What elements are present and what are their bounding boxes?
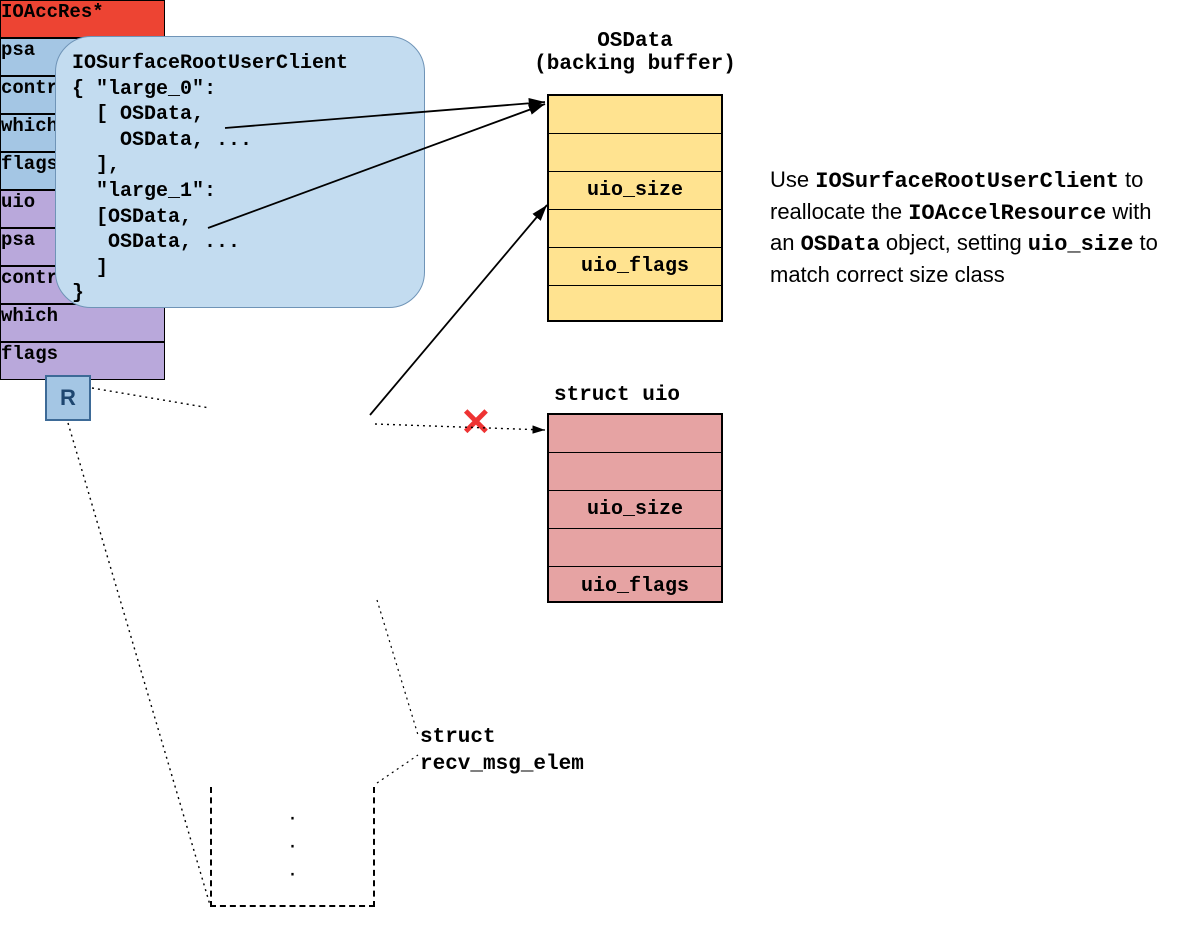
description: Use IOSurfaceRootUserClient to reallocat… (770, 165, 1170, 290)
osdata-title: OSData (backing buffer) (520, 30, 750, 76)
uio-row (549, 529, 721, 567)
stack-continuation: ··· (210, 787, 375, 907)
stack-row-ioaccres: IOAccRes* (0, 0, 165, 38)
osdata-row: uio_flags (549, 248, 721, 286)
r-box: R (45, 375, 91, 421)
osdata-row (549, 96, 721, 134)
uio-row: uio_size (549, 491, 721, 529)
uio-row: uio_flags (549, 567, 721, 605)
osdata-table: uio_size uio_flags (547, 94, 723, 322)
osdata-row (549, 134, 721, 172)
uio-row (549, 415, 721, 453)
osdata-row (549, 286, 721, 324)
code-box: IOSurfaceRootUserClient { "large_0": [ O… (55, 36, 425, 308)
recv-msg-elem-label: struct recv_msg_elem (420, 724, 584, 779)
cross-icon: ✕ (460, 400, 492, 445)
stack-row: which (0, 304, 165, 342)
osdata-row (549, 210, 721, 248)
uio-table: uio_size uio_flags (547, 413, 723, 603)
osdata-row: uio_size (549, 172, 721, 210)
uio-title: struct uio (554, 384, 680, 407)
code-title: IOSurfaceRootUserClient (72, 52, 348, 75)
uio-row (549, 453, 721, 491)
